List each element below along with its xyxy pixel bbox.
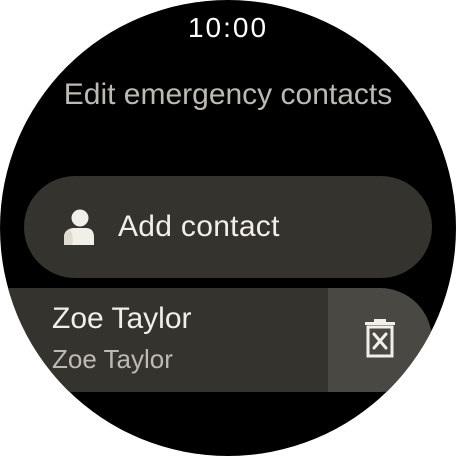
watch-screen: 10:00 Edit emergency contacts Add contac… <box>0 0 456 456</box>
contact-detail: Zoe Taylor <box>52 344 173 374</box>
contact-chip[interactable]: Zoe Taylor Zoe Taylor <box>0 288 328 392</box>
delete-contact-button[interactable] <box>328 288 432 392</box>
add-contact-button[interactable]: Add contact <box>24 176 432 278</box>
page-title: Edit emergency contacts <box>63 78 393 111</box>
person-icon <box>58 207 98 247</box>
contact-row: Zoe Taylor Zoe Taylor <box>0 288 456 392</box>
add-contact-label: Add contact <box>118 210 280 243</box>
contact-name: Zoe Taylor <box>52 302 192 335</box>
status-time: 10:00 <box>187 12 269 43</box>
delete-icon <box>363 318 397 363</box>
